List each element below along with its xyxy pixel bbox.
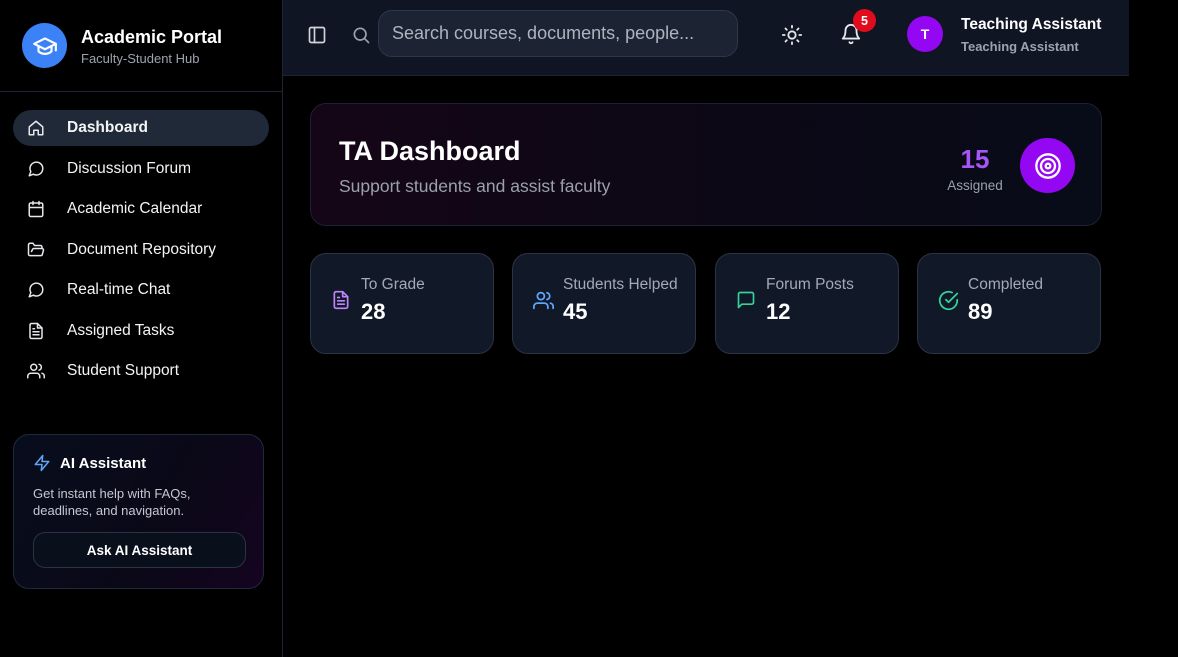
graduation-cap-icon: [22, 23, 67, 68]
assigned-label: Assigned: [947, 178, 1003, 193]
brand-title: Academic Portal: [81, 26, 223, 47]
folder-open-icon: [26, 240, 46, 260]
stat-value: 28: [361, 299, 386, 324]
top-header: 5 T Teaching Assistant Teaching Assistan…: [283, 0, 1129, 76]
calendar-icon: [26, 199, 46, 219]
stat-card-to-grade[interactable]: To Grade 28: [310, 253, 494, 354]
stat-label: Completed: [968, 276, 1043, 293]
sidebar-item-label: Real-time Chat: [67, 281, 171, 298]
stat-value: 12: [766, 299, 791, 324]
home-icon: [26, 118, 46, 138]
check-circle-icon: [938, 290, 959, 311]
sidebar: Academic Portal Faculty-Student Hub Dash…: [0, 0, 283, 657]
sidebar-item-document-repository[interactable]: Document Repository: [13, 232, 269, 268]
ai-assistant-description: Get instant help with FAQs, deadlines, a…: [33, 486, 191, 518]
brand: Academic Portal Faculty-Student Hub: [0, 0, 282, 92]
stat-label: Forum Posts: [766, 276, 854, 293]
page-title: TA Dashboard: [339, 136, 521, 166]
assigned-count: 15: [960, 144, 990, 174]
sidebar-item-label: Academic Calendar: [67, 200, 203, 217]
message-circle-icon: [26, 280, 46, 300]
sidebar-item-label: Discussion Forum: [67, 159, 192, 177]
sidebar-item-label: Assigned Tasks: [67, 321, 175, 339]
stat-card-completed[interactable]: Completed 89: [917, 253, 1101, 354]
message-square-icon: [736, 290, 756, 310]
brand-subtitle: Faculty-Student Hub: [81, 50, 200, 66]
sidebar-item-discussion-forum[interactable]: Discussion Forum: [13, 151, 269, 187]
target-icon: [1020, 138, 1075, 193]
ai-assistant-title: AI Assistant: [60, 454, 147, 472]
sidebar-toggle-icon[interactable]: [307, 25, 327, 45]
sidebar-item-label: Document Repository: [67, 240, 217, 258]
sun-icon[interactable]: [781, 24, 803, 46]
stat-label: To Grade: [361, 276, 425, 293]
stat-card-students-helped[interactable]: Students Helped 45: [512, 253, 696, 354]
sidebar-nav: Dashboard Discussion Forum Academic Cale…: [0, 92, 282, 389]
file-text-icon: [331, 290, 351, 310]
notification-badge: 5: [853, 9, 876, 32]
sidebar-item-student-support[interactable]: Student Support: [13, 353, 269, 389]
sidebar-item-assigned-tasks[interactable]: Assigned Tasks: [13, 313, 269, 349]
ask-ai-assistant-button[interactable]: Ask AI Assistant: [33, 532, 246, 568]
dashboard-hero: TA Dashboard Support students and assist…: [310, 103, 1102, 226]
message-circle-icon: [26, 159, 46, 179]
zap-icon: [33, 454, 51, 472]
sidebar-item-academic-calendar[interactable]: Academic Calendar: [13, 191, 269, 227]
stat-value: 45: [563, 299, 588, 324]
search-icon: [351, 25, 371, 45]
users-icon: [26, 361, 46, 381]
sidebar-item-label: Dashboard: [67, 119, 148, 136]
stat-card-forum-posts[interactable]: Forum Posts 12: [715, 253, 899, 354]
sidebar-item-dashboard[interactable]: Dashboard: [13, 110, 269, 146]
ai-assistant-card: AI Assistant Get instant help with FAQs,…: [13, 434, 264, 589]
page-subtitle: Support students and assist faculty: [339, 176, 611, 196]
stat-label: Students Helped: [563, 276, 678, 293]
users-icon: [533, 290, 554, 310]
avatar[interactable]: T: [907, 16, 943, 52]
sidebar-item-real-time-chat[interactable]: Real-time Chat: [13, 272, 269, 308]
user-role: Teaching Assistant: [961, 39, 1079, 54]
search-input[interactable]: [378, 10, 738, 57]
user-name: Teaching Assistant: [961, 16, 1102, 33]
stat-value: 89: [968, 299, 993, 324]
sidebar-item-label: Student Support: [67, 362, 180, 379]
file-text-icon: [26, 321, 46, 341]
